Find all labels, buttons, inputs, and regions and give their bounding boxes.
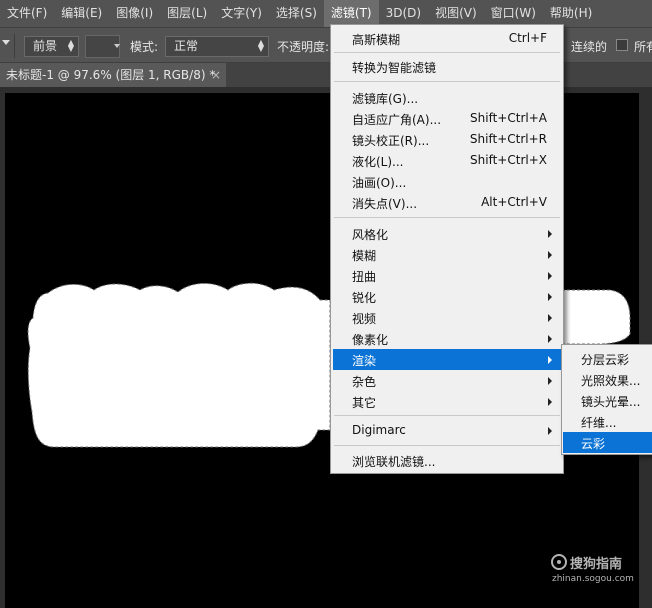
menu-item-label: 转换为智能滤镜	[352, 61, 437, 75]
menu-item-noise[interactable]: 杂色	[333, 370, 561, 391]
menu-item-label: 消失点(V)...	[352, 197, 418, 211]
watermark: 搜狗指南 zhinan.sogou.com	[548, 552, 643, 588]
menu-item-label: 分层云彩	[581, 353, 630, 367]
menu-item-label: 杂色	[352, 375, 377, 389]
menu-item-browse-online-filters[interactable]: 浏览联机滤镜...	[333, 450, 561, 471]
menu-item-video[interactable]: 视频	[333, 307, 561, 328]
menu-item-blur[interactable]: 模糊	[333, 244, 561, 265]
menu-item-render[interactable]: 渲染	[333, 349, 561, 370]
menu-item-label: 自适应广角(A)...	[352, 113, 442, 127]
menu-item-convert-smart-filter[interactable]: 转换为智能滤镜	[333, 56, 561, 77]
submenu-arrow-icon	[548, 314, 552, 322]
submenu-arrow-icon	[548, 377, 552, 385]
menu-item-label: 风格化	[352, 228, 389, 242]
menu-item-label: Digimarc	[352, 423, 406, 437]
menu-item-label: 视频	[352, 312, 377, 326]
white-shape-left	[27, 282, 331, 448]
submenu-arrow-icon	[548, 230, 552, 238]
menu-item-digimarc[interactable]: Digimarc	[333, 420, 561, 441]
menu-item-other[interactable]: 其它	[333, 391, 561, 412]
filter-menu: 高斯模糊 Ctrl+F 转换为智能滤镜 滤镜库(G)... 自适应广角(A)..…	[330, 24, 564, 474]
menu-item-filter-gallery[interactable]: 滤镜库(G)...	[333, 87, 561, 108]
submenu-item-lens-flare[interactable]: 镜头光晕...	[563, 390, 652, 411]
menu-item-label: 其它	[352, 396, 377, 410]
submenu-item-fibers[interactable]: 纤维...	[563, 411, 652, 432]
menu-item-label: 纤维...	[581, 416, 617, 430]
menu-item-label: 模糊	[352, 249, 377, 263]
submenu-arrow-icon	[548, 251, 552, 259]
watermark-title: 搜狗指南	[570, 557, 623, 572]
submenu-item-clouds[interactable]: 云彩	[563, 432, 652, 453]
submenu-arrow-icon	[548, 293, 552, 301]
menu-item-label: 渲染	[352, 354, 377, 368]
menu-divider	[334, 415, 560, 416]
menu-divider	[334, 217, 560, 218]
menu-item-label: 液化(L)...	[352, 155, 404, 169]
menu-item-shortcut: Ctrl+F	[508, 31, 547, 45]
menu-divider	[334, 445, 560, 446]
menu-item-shortcut: Shift+Ctrl+A	[470, 111, 547, 125]
submenu-item-difference-clouds[interactable]: 分层云彩	[563, 348, 652, 369]
menu-item-vanishing-point[interactable]: 消失点(V)... Alt+Ctrl+V	[333, 192, 561, 213]
menu-item-label: 锐化	[352, 291, 377, 305]
menu-divider	[334, 52, 560, 53]
menu-item-liquify[interactable]: 液化(L)... Shift+Ctrl+X	[333, 150, 561, 171]
menu-item-sharpen[interactable]: 锐化	[333, 286, 561, 307]
menu-item-adaptive-wide-angle[interactable]: 自适应广角(A)... Shift+Ctrl+A	[333, 108, 561, 129]
sogou-logo-icon	[551, 554, 567, 570]
submenu-arrow-icon	[548, 398, 552, 406]
menu-item-label: 云彩	[581, 437, 606, 451]
menu-item-label: 像素化	[352, 333, 389, 347]
menu-divider	[334, 81, 560, 82]
menu-item-label: 光照效果...	[581, 374, 641, 388]
menu-item-stylize[interactable]: 风格化	[333, 223, 561, 244]
menu-item-last-filter[interactable]: 高斯模糊 Ctrl+F	[333, 28, 561, 49]
menu-item-label: 镜头校正(R)...	[352, 134, 430, 148]
menu-item-distort[interactable]: 扭曲	[333, 265, 561, 286]
menu-item-pixelate[interactable]: 像素化	[333, 328, 561, 349]
render-submenu: 分层云彩 光照效果... 镜头光晕... 纤维... 云彩	[561, 344, 652, 455]
menu-item-label: 油画(O)...	[352, 176, 407, 190]
submenu-arrow-icon	[548, 427, 552, 435]
submenu-arrow-icon	[548, 272, 552, 280]
menu-item-label: 滤镜库(G)...	[352, 92, 419, 106]
menu-item-shortcut: Shift+Ctrl+R	[469, 132, 547, 146]
menu-item-label: 镜头光晕...	[581, 395, 641, 409]
menu-item-oil-paint[interactable]: 油画(O)...	[333, 171, 561, 192]
submenu-item-lighting-effects[interactable]: 光照效果...	[563, 369, 652, 390]
menu-item-label: 高斯模糊	[352, 33, 401, 47]
white-shape-right	[561, 289, 631, 345]
submenu-arrow-icon	[548, 335, 552, 343]
submenu-arrow-icon	[548, 356, 552, 364]
menu-item-lens-correction[interactable]: 镜头校正(R)... Shift+Ctrl+R	[333, 129, 561, 150]
menu-item-shortcut: Alt+Ctrl+V	[481, 195, 547, 209]
menu-item-label: 浏览联机滤镜...	[352, 455, 436, 469]
menu-item-label: 扭曲	[352, 270, 377, 284]
menu-item-shortcut: Shift+Ctrl+X	[470, 153, 547, 167]
watermark-domain: zhinan.sogou.com	[552, 574, 634, 584]
